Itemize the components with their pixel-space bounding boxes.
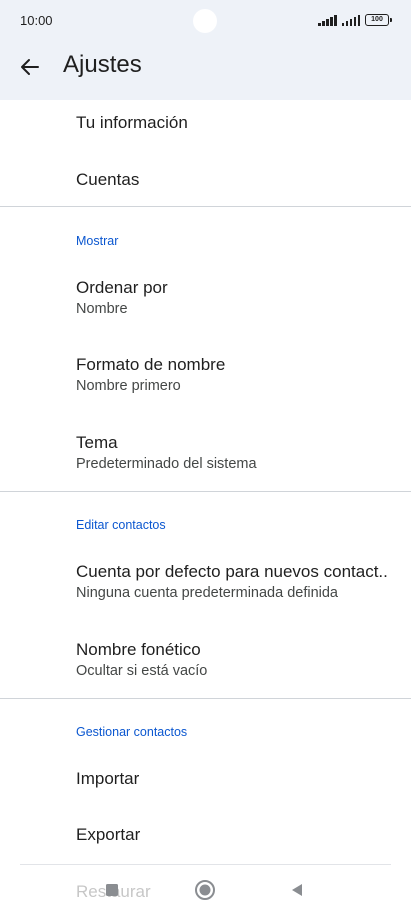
list-item-value: Nombre [76, 301, 128, 317]
list-item-value: Ocultar si está vacío [76, 663, 208, 679]
section-header-mostrar: Mostrar [76, 234, 119, 248]
camera-cutout [193, 9, 217, 33]
nav-divider [20, 864, 391, 865]
nav-back-button[interactable] [286, 879, 308, 901]
divider [0, 206, 411, 207]
section-header-gestionar-contactos: Gestionar contactos [76, 725, 188, 739]
list-item-value: Predeterminado del sistema [76, 456, 257, 472]
list-item-title: Ordenar por [76, 278, 168, 297]
list-item-title: Formato de nombre [76, 355, 226, 374]
status-icons: 100 [318, 14, 392, 26]
signal-icon [341, 15, 360, 26]
system-nav-bar [0, 866, 411, 914]
page-title: Ajustes [63, 51, 142, 78]
arrow-left-icon [21, 59, 39, 75]
triangle-back-icon [292, 884, 302, 896]
list-item-value: Ninguna cuenta predeterminada definida [76, 585, 338, 601]
list-item-title: Nombre fonético [76, 640, 201, 659]
list-item-title: Exportar [76, 825, 141, 844]
section-header-editar-contactos: Editar contactos [76, 518, 166, 532]
list-item-importar[interactable]: Importar [0, 752, 411, 804]
recents-button[interactable] [101, 879, 123, 901]
list-item-title: Cuenta por defecto para nuevos contact.. [76, 562, 388, 581]
list-item-title: Tu información [76, 113, 188, 132]
divider [0, 698, 411, 699]
square-recents-icon [106, 884, 118, 896]
circle-home-icon [195, 880, 215, 900]
list-item-title: Importar [76, 769, 140, 788]
app-bar: Ajustes [0, 42, 411, 100]
back-button[interactable] [16, 53, 44, 81]
list-item-nombre-fonetico[interactable]: Nombre fonético Ocultar si está vacío [0, 626, 411, 696]
home-button[interactable] [194, 879, 216, 901]
divider [0, 491, 411, 492]
list-item-cuenta-por-defecto[interactable]: Cuenta por defecto para nuevos contact..… [0, 548, 411, 618]
signal-icon [318, 15, 337, 26]
list-item-exportar[interactable]: Exportar [0, 810, 411, 862]
battery-level: 100 [371, 16, 383, 23]
battery-icon: 100 [365, 14, 392, 26]
list-item-title: Cuentas [76, 170, 140, 189]
list-item-title: Tema [76, 433, 118, 452]
list-item-cuentas[interactable]: Cuentas [0, 150, 411, 206]
status-time: 10:00 [20, 13, 53, 28]
list-item-formato-nombre[interactable]: Formato de nombre Nombre primero [0, 341, 411, 411]
list-item-tema[interactable]: Tema Predeterminado del sistema [0, 419, 411, 489]
list-item-value: Nombre primero [76, 378, 181, 394]
status-bar: 10:00 100 [0, 0, 411, 42]
list-item-tu-informacion[interactable]: Tu información [0, 100, 411, 150]
list-item-ordenar-por[interactable]: Ordenar por Nombre [0, 264, 411, 334]
